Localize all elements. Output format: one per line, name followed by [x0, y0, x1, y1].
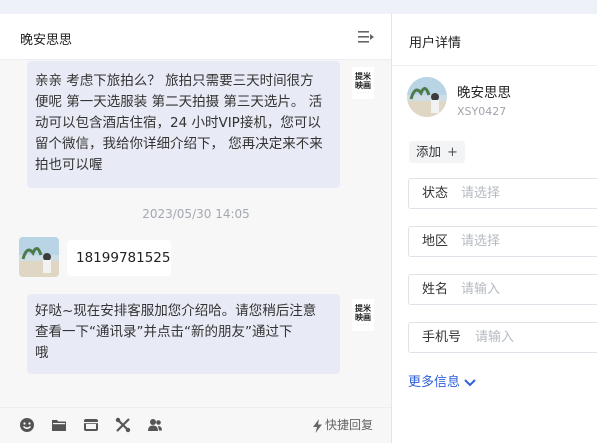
chat-toolbar: 快捷回复	[0, 407, 391, 443]
chat-header: 晚安思思	[0, 14, 391, 60]
name-field[interactable]: 姓名 请输入	[408, 274, 597, 305]
field-placeholder: 请输入	[461, 282, 501, 297]
chevron-down-icon	[464, 378, 476, 386]
brand-avatar: 提米 映画 · · · · ·	[352, 299, 374, 331]
brand-sub: · · · · ·	[357, 90, 369, 95]
lightning-icon	[313, 418, 322, 433]
add-tag-button[interactable]: 添加 +	[409, 141, 465, 163]
agent-message-bubble: 亲亲 考虑下旅拍么？ 旅拍只需要三天时间很方 便呢 第一天选服装 第二天拍摄 第…	[27, 61, 340, 188]
message-timestamp: 2023/05/30 14:05	[142, 207, 250, 221]
message-line: 拍也可以喔	[35, 157, 103, 173]
more-info-link[interactable]: 更多信息	[408, 371, 476, 390]
phone-field[interactable]: 手机号 请输入	[408, 322, 597, 353]
contacts-icon[interactable]	[147, 417, 163, 433]
chat-panel: 晚安思思 亲亲 考虑下旅拍么？ 旅拍只需要三天时间很方 便呢 第一天选服装 第二…	[0, 14, 392, 443]
quick-reply-label: 快捷回复	[325, 418, 374, 432]
user-id: XSY0427	[457, 105, 507, 118]
message-line: 好哒~现在安排客服加您介绍哈。请您稍后注意	[35, 303, 317, 319]
quick-reply-button[interactable]: 快捷回复	[312, 416, 373, 433]
region-field[interactable]: 地区 请选择	[408, 226, 597, 257]
message-line: 查看一下“通讯录”并点击“新的朋友”通过下	[35, 324, 293, 340]
brand-line: 映画	[355, 80, 371, 90]
field-label: 姓名	[422, 282, 449, 297]
status-field[interactable]: 状态 请选择	[408, 178, 597, 209]
tools-icon[interactable]	[115, 417, 131, 433]
top-strip	[0, 0, 597, 14]
add-label: 添加	[416, 144, 442, 159]
message-line: 亲亲 考虑下旅拍么？ 旅拍只需要三天时间很方	[35, 73, 314, 89]
more-info-label: 更多信息	[408, 375, 461, 390]
user-detail-panel: 用户详情 晚安思思 XSY0427 添加 + 状态 请选择 地区 请选择 姓名 请…	[392, 14, 597, 443]
field-label: 手机号	[422, 330, 462, 345]
emoji-icon[interactable]	[19, 417, 35, 433]
store-icon[interactable]	[83, 417, 99, 433]
field-label: 地区	[422, 234, 449, 249]
detail-title: 用户详情	[409, 36, 462, 51]
agent-message-bubble: 好哒~现在安排客服加您介绍哈。请您稍后注意 查看一下“通讯录”并点击“新的朋友”…	[27, 294, 340, 374]
user-avatar[interactable]	[19, 237, 59, 277]
user-avatar[interactable]	[407, 77, 447, 117]
user-message-bubble: 18199781525	[67, 240, 171, 276]
message-line: 哦	[35, 345, 49, 361]
field-placeholder: 请选择	[461, 186, 501, 201]
plus-icon: +	[447, 145, 458, 160]
field-label: 状态	[422, 186, 449, 201]
brand-line: 映画	[355, 312, 371, 322]
folder-icon[interactable]	[51, 417, 67, 433]
brand-avatar: 提米 映画 · · · · ·	[352, 67, 374, 99]
brand-sub: · · · · ·	[357, 322, 369, 327]
user-name: 晚安思思	[457, 85, 511, 101]
field-placeholder: 请选择	[461, 234, 501, 249]
list-menu-icon[interactable]	[357, 29, 375, 45]
message-line: 便呢 第一天选服装 第二天拍摄 第三天选片。 活	[35, 94, 323, 110]
chat-title: 晚安思思	[20, 33, 73, 48]
field-placeholder: 请输入	[475, 330, 515, 345]
divider	[392, 65, 597, 66]
message-line: 动可以包含酒店住宿，24 小时VIP接机，您可以	[35, 115, 321, 131]
message-line: 留个微信，我给你详细介绍下， 您再决定来不来	[35, 136, 323, 152]
